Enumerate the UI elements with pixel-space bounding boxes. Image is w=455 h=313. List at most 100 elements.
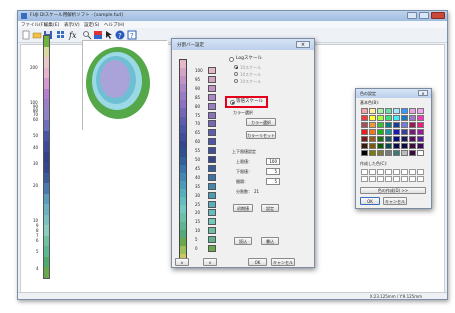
custom-color-swatch[interactable]: [401, 169, 408, 175]
dialog-color-swatch[interactable]: [208, 245, 216, 252]
custom-color-swatch[interactable]: [393, 176, 400, 182]
step-input[interactable]: 5: [266, 178, 280, 185]
basic-color-swatch[interactable]: [377, 136, 384, 142]
basic-color-swatch[interactable]: [393, 122, 400, 128]
basic-color-swatch[interactable]: [377, 150, 384, 156]
custom-color-swatch[interactable]: [369, 169, 376, 175]
basic-color-swatch[interactable]: [385, 129, 392, 135]
basic-color-swatch[interactable]: [409, 136, 416, 142]
custom-color-swatch[interactable]: [385, 169, 392, 175]
basic-color-swatch[interactable]: [393, 150, 400, 156]
dialog-color-swatch[interactable]: [208, 93, 216, 101]
basic-color-swatch[interactable]: [385, 143, 392, 149]
dialog-color-swatch[interactable]: [208, 102, 216, 110]
write-button[interactable]: 書込: [261, 237, 279, 245]
color-select-button[interactable]: カラー選択: [246, 118, 276, 126]
basic-color-swatch[interactable]: [401, 150, 408, 156]
basic-color-swatch[interactable]: [409, 129, 416, 135]
basic-color-swatch[interactable]: [369, 150, 376, 156]
basic-color-swatch[interactable]: [361, 143, 368, 149]
basic-color-swatch[interactable]: [409, 108, 416, 114]
basic-color-swatch[interactable]: [401, 108, 408, 114]
basic-color-swatch[interactable]: [369, 136, 376, 142]
define-custom-colors-button[interactable]: 色の作成(D) >>: [360, 187, 426, 194]
color-reset-button[interactable]: カラーリセット: [246, 131, 276, 139]
maximize-button[interactable]: [419, 12, 429, 19]
lower-limit-input[interactable]: 5: [266, 168, 280, 175]
basic-color-swatch[interactable]: [409, 150, 416, 156]
cancel-button[interactable]: キャンセル: [271, 258, 295, 266]
close-button[interactable]: [431, 12, 445, 19]
basic-color-swatch[interactable]: [377, 122, 384, 128]
new-file-icon[interactable]: [21, 30, 31, 40]
zoom-icon[interactable]: [82, 30, 92, 40]
custom-color-swatch[interactable]: [417, 176, 424, 182]
basic-color-swatch[interactable]: [401, 115, 408, 121]
ok-button[interactable]: OK: [248, 258, 267, 266]
dialog-color-swatch[interactable]: [208, 218, 216, 226]
custom-color-swatch[interactable]: [377, 169, 384, 175]
basic-color-swatch[interactable]: [401, 143, 408, 149]
grid-icon[interactable]: [56, 30, 66, 40]
custom-color-swatch[interactable]: [409, 169, 416, 175]
basic-color-swatch[interactable]: [401, 122, 408, 128]
custom-color-swatch[interactable]: [401, 176, 408, 182]
custom-color-swatch[interactable]: [385, 176, 392, 182]
basic-color-swatch[interactable]: [393, 143, 400, 149]
dialog-color-swatch[interactable]: [208, 75, 216, 83]
log-option-radio[interactable]: [234, 72, 238, 76]
dialog-color-swatch[interactable]: [208, 182, 216, 190]
basic-color-swatch[interactable]: [393, 108, 400, 114]
log-option-radio[interactable]: [234, 65, 238, 69]
basic-color-swatch[interactable]: [361, 136, 368, 142]
dialog-color-swatch[interactable]: [208, 209, 216, 217]
basic-color-swatch[interactable]: [417, 115, 424, 121]
basic-color-swatch[interactable]: [361, 129, 368, 135]
dialog-color-swatch[interactable]: [208, 227, 216, 235]
basic-color-swatch[interactable]: [417, 150, 424, 156]
open-folder-icon[interactable]: [32, 30, 42, 40]
help-icon[interactable]: ?: [115, 30, 125, 40]
basic-color-swatch[interactable]: [385, 136, 392, 142]
dialog-color-swatch[interactable]: [208, 236, 216, 244]
color-dialog-close-button[interactable]: ×: [418, 90, 428, 96]
dialog-close-button[interactable]: ×: [296, 41, 310, 48]
basic-color-swatch[interactable]: [417, 143, 424, 149]
dialog-color-swatch[interactable]: [208, 129, 216, 137]
dialog-color-swatch[interactable]: [208, 164, 216, 172]
basic-color-swatch[interactable]: [417, 129, 424, 135]
basic-color-swatch[interactable]: [385, 108, 392, 114]
color-ok-button[interactable]: OK: [360, 197, 380, 205]
basic-color-swatch[interactable]: [361, 115, 368, 121]
basic-color-swatch[interactable]: [369, 129, 376, 135]
cursor-icon[interactable]: [104, 30, 114, 40]
dialog-color-swatch[interactable]: [208, 147, 216, 155]
dialog-color-swatch[interactable]: [208, 191, 216, 199]
basic-color-swatch[interactable]: [409, 122, 416, 128]
basic-color-swatch[interactable]: [377, 108, 384, 114]
move-up-button[interactable]: ∧: [175, 258, 189, 266]
about-icon[interactable]: ?: [127, 30, 137, 40]
basic-color-swatch[interactable]: [409, 115, 416, 121]
basic-color-swatch[interactable]: [369, 122, 376, 128]
dialog-color-swatch[interactable]: [208, 67, 216, 74]
basic-color-swatch[interactable]: [385, 122, 392, 128]
function-icon[interactable]: fx: [68, 30, 78, 40]
basic-color-swatch[interactable]: [409, 143, 416, 149]
basic-color-swatch[interactable]: [385, 115, 392, 121]
basic-color-swatch[interactable]: [369, 143, 376, 149]
dialog-color-swatch[interactable]: [208, 111, 216, 119]
basic-color-swatch[interactable]: [361, 122, 368, 128]
custom-color-swatch[interactable]: [369, 176, 376, 182]
basic-color-swatch[interactable]: [393, 129, 400, 135]
upper-limit-input[interactable]: 100: [266, 158, 280, 165]
custom-color-swatch[interactable]: [377, 176, 384, 182]
basic-color-swatch[interactable]: [393, 115, 400, 121]
load-button[interactable]: 読込: [234, 237, 252, 245]
custom-color-swatch[interactable]: [361, 176, 368, 182]
dialog-color-swatch[interactable]: [208, 84, 216, 92]
basic-color-swatch[interactable]: [385, 150, 392, 156]
basic-color-swatch[interactable]: [369, 108, 376, 114]
dialog-color-swatch[interactable]: [208, 120, 216, 128]
minimize-button[interactable]: [407, 12, 417, 19]
